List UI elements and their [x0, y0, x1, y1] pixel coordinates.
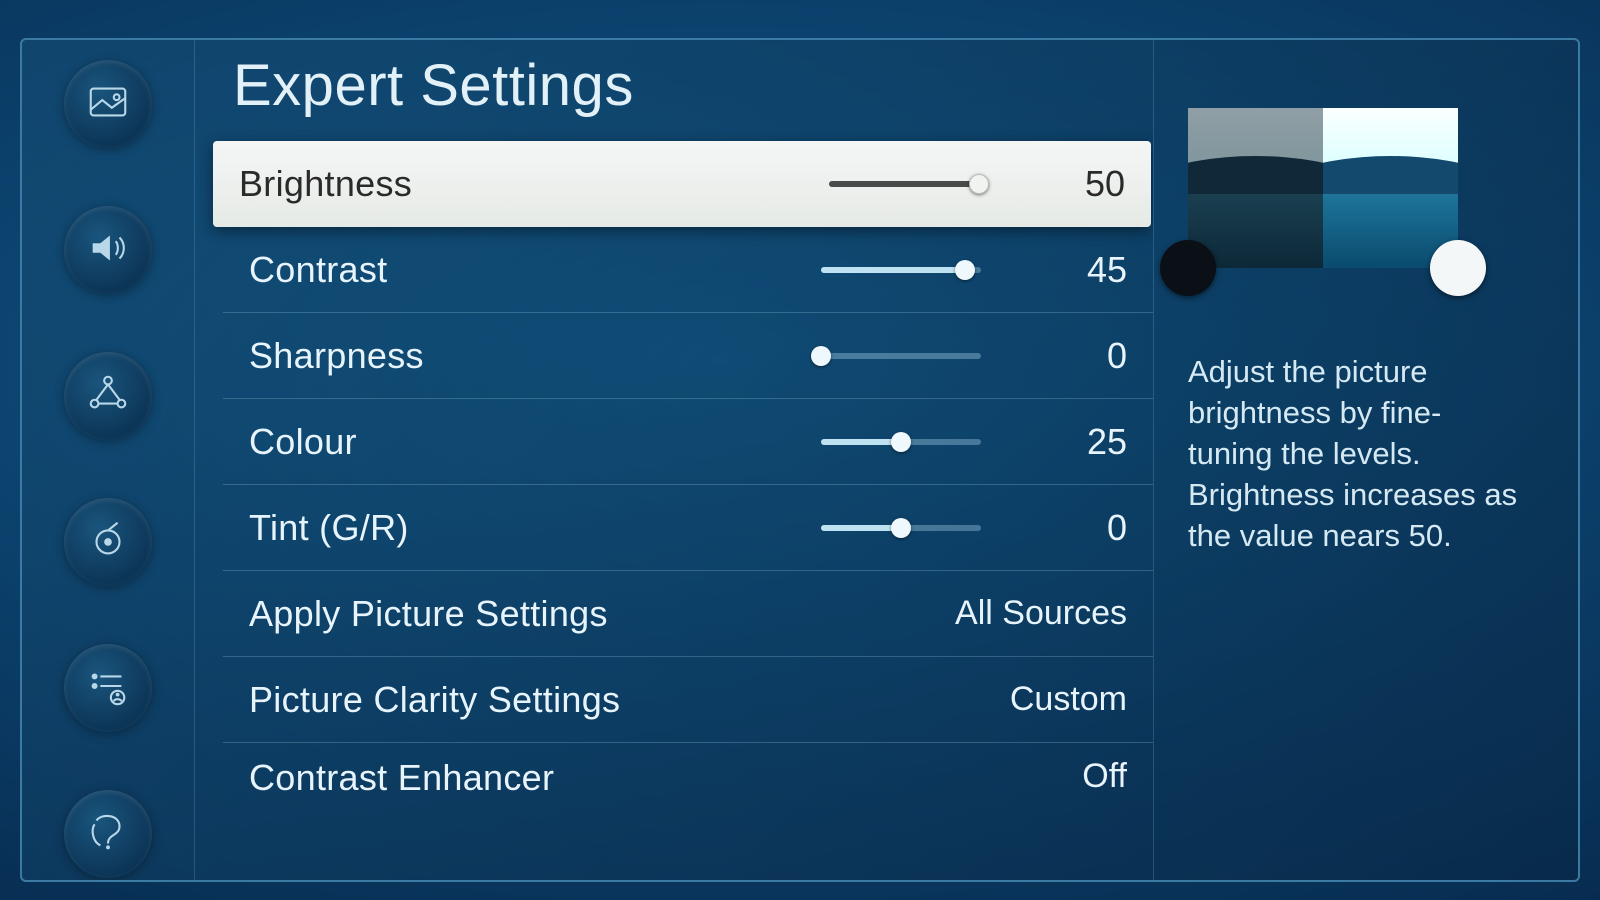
setting-option-value: All Sources — [867, 594, 1127, 633]
picture-icon — [85, 79, 131, 130]
sound-icon — [85, 225, 131, 276]
sidebar — [22, 40, 194, 880]
setting-label: Tint (G/R) — [249, 507, 821, 549]
setting-label: Contrast — [249, 249, 821, 291]
sidebar-item-accessibility[interactable] — [64, 644, 152, 732]
colour-slider[interactable] — [821, 439, 981, 445]
setting-row-brightness[interactable]: Brightness 50 — [213, 141, 1151, 227]
sidebar-item-general[interactable] — [64, 352, 152, 440]
setting-value: 0 — [1039, 335, 1127, 377]
setting-row-enhancer[interactable]: Contrast EnhancerOff — [223, 743, 1153, 797]
setting-label: Colour — [249, 421, 821, 463]
setting-value: 0 — [1039, 507, 1127, 549]
brightness-preview — [1188, 108, 1458, 268]
settings-panel: Expert Settings Brightness 50 Contrast 45 Sh… — [194, 40, 1154, 880]
network-icon — [85, 371, 131, 422]
info-panel: Adjust the picture brightness by fine-tu… — [1154, 40, 1578, 880]
setting-label: Brightness — [239, 163, 829, 205]
sharpness-slider[interactable] — [821, 353, 981, 359]
contrast-slider[interactable] — [821, 267, 981, 273]
setting-description: Adjust the picture brightness by fine-tu… — [1188, 352, 1518, 557]
list-icon — [85, 663, 131, 714]
broadcast-icon — [85, 517, 131, 568]
support-icon — [85, 809, 131, 860]
sidebar-item-picture[interactable] — [64, 60, 152, 148]
preview-dark-icon — [1160, 240, 1216, 296]
setting-label: Picture Clarity Settings — [249, 679, 867, 721]
tint-slider[interactable] — [821, 525, 981, 531]
setting-row-colour[interactable]: Colour 25 — [223, 399, 1153, 485]
setting-value: 25 — [1039, 421, 1127, 463]
setting-option-value: Custom — [867, 680, 1127, 719]
setting-option-value: Off — [867, 757, 1127, 796]
setting-row-clarity[interactable]: Picture Clarity SettingsCustom — [223, 657, 1153, 743]
setting-row-contrast[interactable]: Contrast 45 — [223, 227, 1153, 313]
setting-label: Contrast Enhancer — [249, 757, 867, 797]
setting-row-tint[interactable]: Tint (G/R) 0 — [223, 485, 1153, 571]
preview-light-icon — [1430, 240, 1486, 296]
setting-value: 50 — [1037, 163, 1125, 205]
setting-value: 45 — [1039, 249, 1127, 291]
setting-label: Apply Picture Settings — [249, 593, 867, 635]
setting-row-apply[interactable]: Apply Picture SettingsAll Sources — [223, 571, 1153, 657]
setting-row-sharpness[interactable]: Sharpness 0 — [223, 313, 1153, 399]
sidebar-item-broadcast[interactable] — [64, 498, 152, 586]
sidebar-item-support[interactable] — [64, 790, 152, 878]
setting-label: Sharpness — [249, 335, 821, 377]
brightness-slider[interactable] — [829, 181, 979, 187]
page-title: Expert Settings — [233, 52, 1153, 119]
sidebar-item-sound[interactable] — [64, 206, 152, 294]
